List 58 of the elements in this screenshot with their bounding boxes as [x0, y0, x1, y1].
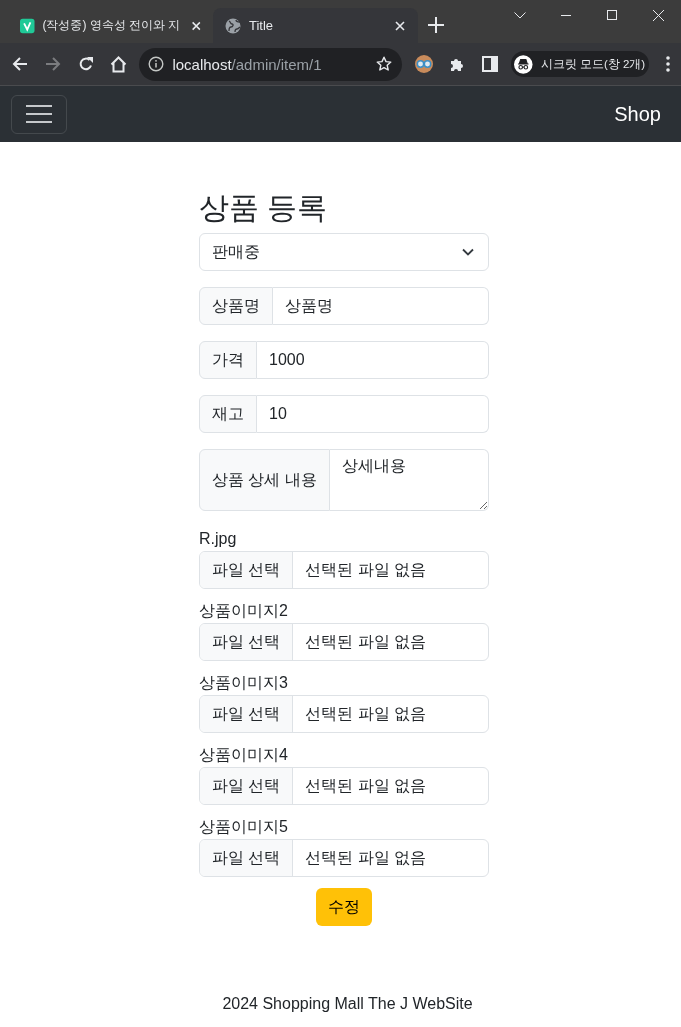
footer-text: 2024 Shopping Mall The J WebSite [222, 995, 473, 1012]
file-status-text: 선택된 파일 없음 [304, 703, 428, 724]
hamburger-icon [26, 104, 52, 124]
image-label: 상품이미지2 [199, 601, 288, 621]
file-input[interactable]: 파일 선택 선택된 파일 없음 [199, 623, 489, 661]
file-input[interactable]: 파일 선택 선택된 파일 없음 [199, 767, 489, 805]
field-label: 가격 [199, 341, 257, 379]
side-panel-icon[interactable] [482, 56, 499, 72]
file-status-text: 선택된 파일 없음 [304, 775, 428, 796]
image-label: 상품이미지4 [199, 745, 288, 765]
text-field[interactable]: 상품명 [273, 287, 489, 325]
reload-icon[interactable] [77, 56, 94, 72]
star-icon[interactable] [376, 56, 393, 72]
close-icon[interactable] [652, 9, 664, 21]
file-status-text: 선택된 파일 없음 [304, 631, 428, 652]
chevron-down-icon [462, 248, 474, 256]
image-label: R.jpg [199, 529, 237, 549]
status-dropdown[interactable]: 판매중 [199, 233, 489, 271]
image-label: 상품이미지3 [199, 673, 288, 693]
file-status-text: 선택된 파일 없음 [304, 559, 428, 580]
choose-file-button[interactable]: 파일 선택 [200, 696, 294, 732]
back-arrow-icon[interactable] [11, 56, 28, 72]
field-label: 상품명 [199, 287, 273, 325]
page-title: 상품 등록 [199, 190, 329, 226]
choose-file-button[interactable]: 파일 선택 [200, 768, 294, 804]
menu-toggle-button[interactable] [11, 94, 67, 134]
choose-file-button[interactable]: 파일 선택 [200, 552, 294, 588]
text-field[interactable]: 10 [257, 395, 489, 433]
chevron-down-icon[interactable] [514, 11, 526, 19]
field-label: 상품 상세 내용 [199, 449, 330, 511]
minimize-icon[interactable] [561, 14, 571, 16]
info-icon[interactable] [148, 56, 165, 72]
browser-tab[interactable]: Title [213, 8, 418, 43]
brand-link[interactable]: Shop [614, 102, 661, 126]
maximize-icon[interactable] [607, 10, 617, 20]
goggles-icon[interactable] [415, 55, 434, 73]
incognito-profile-button[interactable]: 시크릿 모드(창 2개) [511, 51, 650, 77]
file-input[interactable]: 파일 선택 선택된 파일 없음 [199, 839, 489, 877]
choose-file-button[interactable]: 파일 선택 [200, 624, 294, 660]
home-icon[interactable] [109, 55, 127, 73]
url-text: localhost/admin/item/1 [172, 55, 323, 73]
globe-icon [225, 17, 241, 34]
browser-tab[interactable]: (작성중) 영속성 전이와 지 [8, 8, 213, 43]
file-status-text: 선택된 파일 없음 [304, 847, 428, 868]
plus-icon[interactable] [426, 15, 446, 35]
description-textarea[interactable]: 상세내용 [329, 449, 489, 511]
file-input[interactable]: 파일 선택 선택된 파일 없음 [199, 551, 489, 589]
submit-button[interactable]: 수정 [316, 888, 372, 926]
menu-icon[interactable] [666, 56, 671, 72]
image-label: 상품이미지5 [199, 817, 288, 837]
field-label: 재고 [199, 395, 257, 433]
choose-file-button[interactable]: 파일 선택 [200, 840, 294, 876]
puzzle-piece-icon[interactable] [449, 56, 466, 72]
file-input[interactable]: 파일 선택 선택된 파일 없음 [199, 695, 489, 733]
incognito-icon [514, 53, 533, 75]
logo-icon [20, 17, 35, 34]
text-field[interactable]: 1000 [257, 341, 489, 379]
address-bar[interactable]: localhost/admin/item/1 [139, 47, 403, 81]
